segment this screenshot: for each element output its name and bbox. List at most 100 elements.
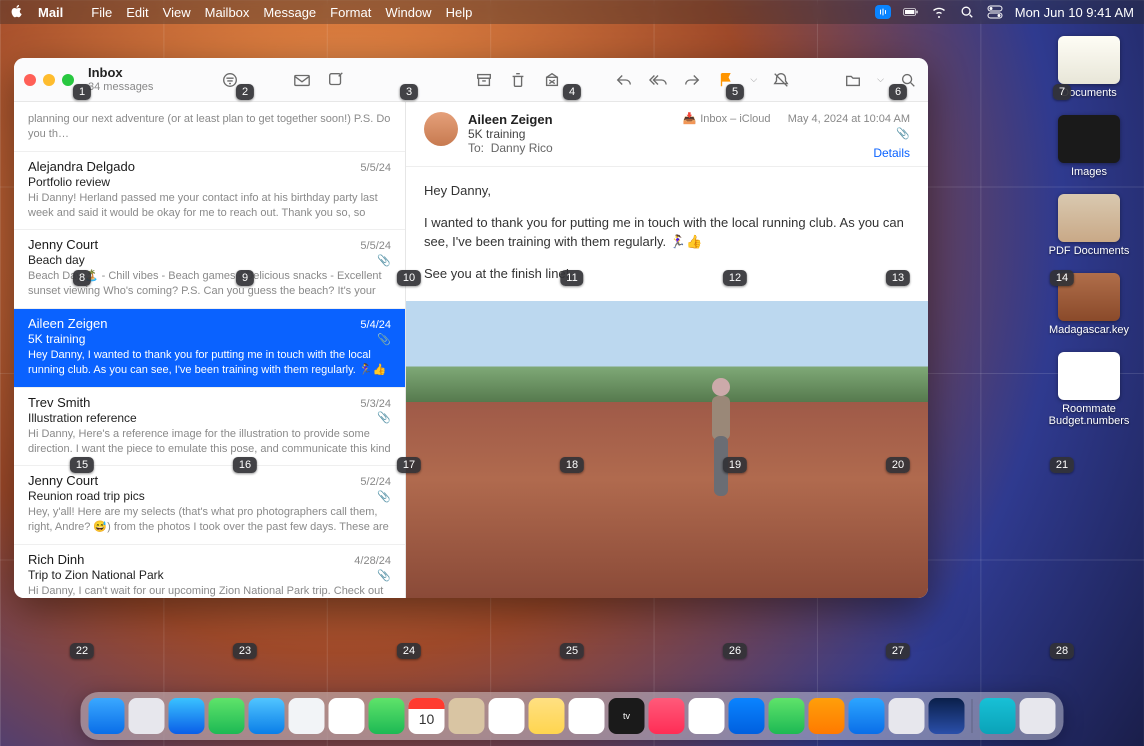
message-row[interactable]: Jenny Court5/5/24Beach day📎Beach Day 🏝️ …: [14, 230, 405, 309]
dock-app-notes[interactable]: [529, 698, 565, 734]
menu-window[interactable]: Window: [385, 5, 431, 20]
desktop-item[interactable]: Roommate Budget.numbers: [1044, 352, 1134, 427]
dock-app-trash[interactable]: [1020, 698, 1056, 734]
archive-icon[interactable]: [474, 70, 494, 90]
message-row[interactable]: Aileen Zeigen5/4/245K training📎Hey Danny…: [14, 309, 405, 388]
message-row[interactable]: Rich Dinh 4/28/24 Trip to Zion National Pa…: [14, 545, 405, 598]
reply-icon[interactable]: [614, 70, 634, 90]
close-window-button[interactable]: [24, 74, 36, 86]
msg-date: 4/28/24: [354, 555, 391, 567]
menubar: Mail File Edit View Mailbox Message Format Win…: [0, 0, 1144, 24]
msg-date: 5/4/24: [360, 319, 391, 331]
grid-cell-label: 21: [1050, 457, 1074, 473]
flag-menu-chevron-icon[interactable]: ⌵: [750, 74, 757, 85]
zoom-window-button[interactable]: [62, 74, 74, 86]
dock-app-launchpad[interactable]: [129, 698, 165, 734]
menu-help[interactable]: Help: [446, 5, 473, 20]
mailbox-count: 34 messages: [88, 81, 153, 93]
control-center-icon[interactable]: [987, 5, 1003, 19]
menu-message[interactable]: Message: [263, 5, 316, 20]
desktop-item[interactable]: PDF Documents: [1044, 194, 1134, 257]
dock-app-news[interactable]: [689, 698, 725, 734]
msg-subject: 5K training: [28, 332, 85, 346]
attachment-icon: 📎: [377, 490, 391, 503]
spotlight-icon[interactable]: [959, 5, 975, 19]
dock-app-keynote[interactable]: [729, 698, 765, 734]
message-list[interactable]: planning our next adventure (or at least…: [14, 102, 406, 598]
menubar-clock[interactable]: Mon Jun 10 9:41 AM: [1015, 5, 1134, 20]
apple-menu-icon[interactable]: [10, 4, 24, 21]
dock-app-numbers[interactable]: [769, 698, 805, 734]
search-icon[interactable]: [898, 70, 918, 90]
dock-app-finder[interactable]: [89, 698, 125, 734]
grid-cell-label: 22: [70, 643, 94, 659]
wifi-icon[interactable]: [931, 5, 947, 19]
dock-app-mail[interactable]: [249, 698, 285, 734]
mute-icon[interactable]: [771, 70, 791, 90]
filter-icon[interactable]: [220, 70, 240, 90]
junk-icon[interactable]: [542, 70, 562, 90]
dock-app-facetime[interactable]: [369, 698, 405, 734]
desktop-item[interactable]: Documents: [1044, 36, 1134, 99]
reader-mailbox[interactable]: Inbox – iCloud: [700, 113, 770, 125]
dock-app-settings[interactable]: [889, 698, 925, 734]
dock-app-messages[interactable]: [209, 698, 245, 734]
msg-from: Trev Smith: [28, 395, 90, 410]
attachment-icon: 📎: [377, 254, 391, 267]
message-row[interactable]: planning our next adventure (or at least…: [14, 102, 405, 152]
minimize-window-button[interactable]: [43, 74, 55, 86]
dock-app-reminders[interactable]: [489, 698, 525, 734]
reader-from: Aileen Zeigen: [468, 112, 672, 127]
dock-app-contacts[interactable]: [449, 698, 485, 734]
move-to-icon[interactable]: [843, 70, 863, 90]
desktop-item[interactable]: Images: [1044, 115, 1134, 178]
msg-from: Rich Dinh: [28, 552, 84, 567]
dock-app-pages[interactable]: [809, 698, 845, 734]
message-row[interactable]: Alejandra Delgado5/5/24Portfolio reviewH…: [14, 152, 405, 231]
menu-mailbox[interactable]: Mailbox: [205, 5, 250, 20]
dock-app-safari[interactable]: [169, 698, 205, 734]
details-button[interactable]: Details: [682, 146, 910, 160]
battery-icon[interactable]: [903, 5, 919, 19]
flag-icon[interactable]: [716, 70, 736, 90]
msg-preview: Hi Danny, I can't wait for our upcoming …: [28, 584, 391, 598]
dock-app-calendar[interactable]: 10: [409, 698, 445, 734]
trash-icon[interactable]: [508, 70, 528, 90]
dock-app-appstore[interactable]: [849, 698, 885, 734]
desktop-item[interactable]: Madagascar.key: [1044, 273, 1134, 336]
message-row[interactable]: Trev Smith5/3/24Illustration reference📎H…: [14, 388, 405, 467]
grid-cell-label: 25: [560, 643, 584, 659]
msg-from: Aileen Zeigen: [28, 316, 108, 331]
menu-file[interactable]: File: [91, 5, 112, 20]
move-menu-chevron-icon[interactable]: ⌵: [877, 74, 884, 85]
msg-preview: Hi Danny, Here's a reference image for t…: [28, 427, 391, 457]
menu-format[interactable]: Format: [330, 5, 371, 20]
calendar-day: 10: [409, 711, 445, 727]
reader-attachment-image[interactable]: [406, 301, 928, 598]
dock-app-mirror[interactable]: [929, 698, 965, 734]
dock-app-tv[interactable]: tv: [609, 698, 645, 734]
forward-icon[interactable]: [682, 70, 702, 90]
compose-envelope-icon[interactable]: [292, 70, 312, 90]
msg-subject: Trip to Zion National Park: [28, 568, 164, 582]
menubar-app-name[interactable]: Mail: [38, 5, 63, 20]
dock-app-downloads[interactable]: [980, 698, 1016, 734]
dock-app-maps[interactable]: [289, 698, 325, 734]
window-controls: [24, 74, 74, 86]
attachment-icon: 📎: [377, 411, 391, 424]
compose-icon[interactable]: [326, 70, 346, 90]
dock-app-music[interactable]: [649, 698, 685, 734]
dock-app-freeform[interactable]: [569, 698, 605, 734]
reply-all-icon[interactable]: [648, 70, 668, 90]
menu-view[interactable]: View: [163, 5, 191, 20]
grid-cell-label: 24: [397, 643, 421, 659]
reader-paragraph: Hey Danny,: [424, 181, 910, 201]
menu-edit[interactable]: Edit: [126, 5, 148, 20]
reader-to-label: To:: [468, 141, 484, 155]
reader-paragraph: See you at the finish line!: [424, 264, 910, 284]
siri-icon[interactable]: [875, 5, 891, 19]
grid-cell-label: 27: [886, 643, 910, 659]
msg-subject: Beach day: [28, 253, 85, 267]
message-row[interactable]: Jenny Court5/2/24Reunion road trip pics📎…: [14, 466, 405, 545]
dock-app-photos[interactable]: [329, 698, 365, 734]
